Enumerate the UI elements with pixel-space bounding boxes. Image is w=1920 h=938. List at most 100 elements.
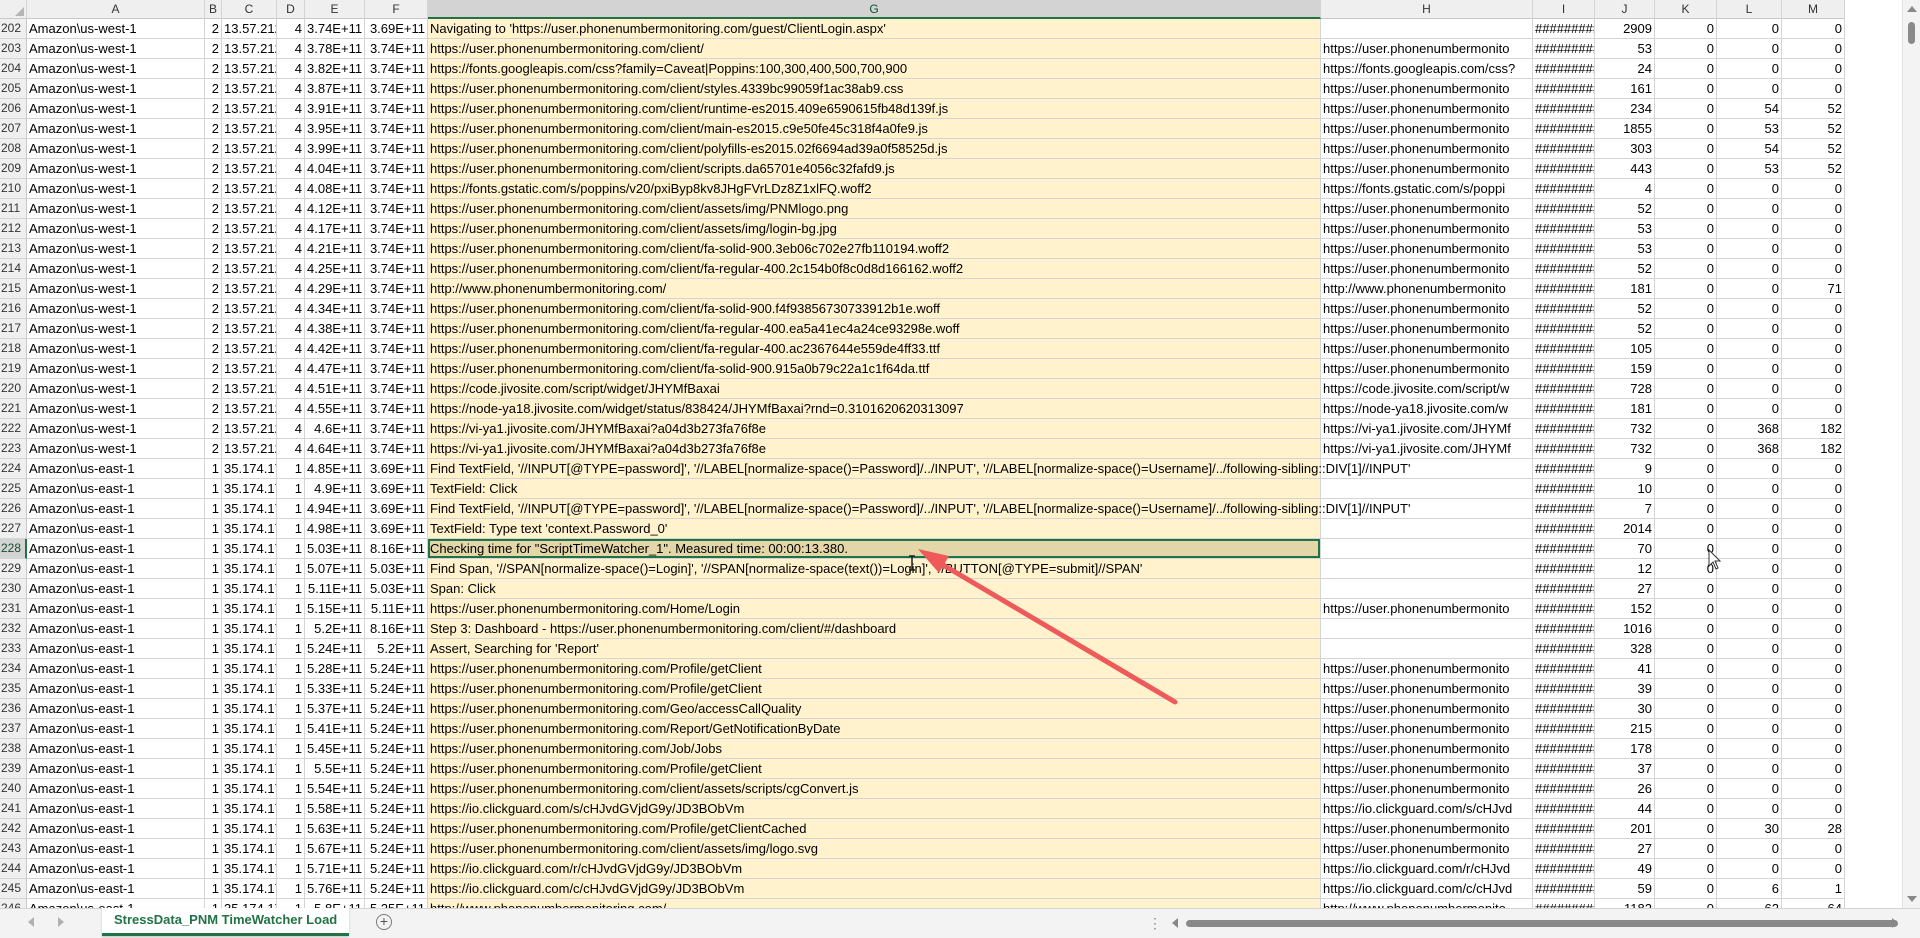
cell-m[interactable]: 64 <box>1782 899 1845 908</box>
cell-g[interactable]: Find Span, '//SPAN[normalize-space()=Log… <box>428 559 1321 579</box>
cell-b[interactable]: 2 <box>205 59 222 79</box>
vertical-scroll-thumb[interactable] <box>1908 22 1915 44</box>
cell-i[interactable]: ######### <box>1533 519 1595 539</box>
cell-h[interactable]: https://user.phonenumbermonito <box>1321 99 1533 119</box>
spreadsheet-grid[interactable]: 202Amazon\us-west-1213.57.212.43.74E+113… <box>0 19 1902 908</box>
cell-f[interactable]: 3.74E+11 <box>365 59 428 79</box>
cell-e[interactable]: 5.07E+11 <box>305 559 365 579</box>
cell-i[interactable]: ######### <box>1533 659 1595 679</box>
cell-l[interactable]: 0 <box>1717 179 1782 199</box>
cell-e[interactable]: 3.82E+11 <box>305 59 365 79</box>
row-header[interactable]: 244 <box>0 859 27 879</box>
cell-m[interactable]: 0 <box>1782 239 1845 259</box>
cell-i[interactable]: ######### <box>1533 139 1595 159</box>
cell-k[interactable]: 0 <box>1655 159 1717 179</box>
cell-h[interactable]: https://user.phonenumbermonito <box>1321 679 1533 699</box>
cell-k[interactable]: 0 <box>1655 819 1717 839</box>
cell-c[interactable]: 13.57.212. <box>222 319 277 339</box>
cell-e[interactable]: 4.85E+11 <box>305 459 365 479</box>
row-header[interactable]: 207 <box>0 119 27 139</box>
cell-m[interactable]: 0 <box>1782 479 1845 499</box>
cell-e[interactable]: 4.94E+11 <box>305 499 365 519</box>
cell-k[interactable]: 0 <box>1655 639 1717 659</box>
cell-h[interactable]: http://www.phonenumbermonito <box>1321 279 1533 299</box>
cell-b[interactable]: 2 <box>205 239 222 259</box>
cell-b[interactable]: 2 <box>205 159 222 179</box>
cell-f[interactable]: 5.24E+11 <box>365 779 428 799</box>
cell-b[interactable]: 2 <box>205 279 222 299</box>
cell-d[interactable]: 1 <box>277 599 305 619</box>
cell-m[interactable]: 0 <box>1782 379 1845 399</box>
cell-g[interactable]: https://user.phonenumbermonitoring.com/P… <box>428 659 1321 679</box>
cell-i[interactable]: ######### <box>1533 839 1595 859</box>
cell-m[interactable]: 0 <box>1782 799 1845 819</box>
cell-l[interactable]: 0 <box>1717 259 1782 279</box>
cell-e[interactable]: 5.37E+11 <box>305 699 365 719</box>
cell-m[interactable]: 0 <box>1782 39 1845 59</box>
cell-f[interactable]: 5.24E+11 <box>365 719 428 739</box>
cell-j[interactable]: 70 <box>1595 539 1655 559</box>
cell-b[interactable]: 1 <box>205 579 222 599</box>
cell-j[interactable]: 24 <box>1595 59 1655 79</box>
cell-b[interactable]: 1 <box>205 699 222 719</box>
cell-k[interactable]: 0 <box>1655 299 1717 319</box>
row-header[interactable]: 237 <box>0 719 27 739</box>
cell-e[interactable]: 4.98E+11 <box>305 519 365 539</box>
cell-i[interactable]: ######### <box>1533 819 1595 839</box>
cell-k[interactable]: 0 <box>1655 539 1717 559</box>
cell-l[interactable]: 0 <box>1717 59 1782 79</box>
cell-h[interactable]: https://fonts.gstatic.com/s/poppi <box>1321 179 1533 199</box>
column-header-f[interactable]: F <box>365 0 428 19</box>
row-header[interactable]: 220 <box>0 379 27 399</box>
cell-f[interactable]: 3.74E+11 <box>365 199 428 219</box>
cell-h[interactable]: https://user.phonenumbermonito <box>1321 139 1533 159</box>
cell-h[interactable]: https://user.phonenumbermonito <box>1321 359 1533 379</box>
cell-d[interactable]: 1 <box>277 579 305 599</box>
row-header[interactable]: 214 <box>0 259 27 279</box>
cell-c[interactable]: 13.57.212. <box>222 59 277 79</box>
cell-e[interactable]: 4.64E+11 <box>305 439 365 459</box>
cell-g[interactable]: https://user.phonenumbermonitoring.com/c… <box>428 99 1321 119</box>
cell-k[interactable]: 0 <box>1655 679 1717 699</box>
row-header[interactable]: 245 <box>0 879 27 899</box>
cell-j[interactable]: 443 <box>1595 159 1655 179</box>
cell-h[interactable]: https://user.phonenumbermonito <box>1321 699 1533 719</box>
cell-l[interactable]: 0 <box>1717 779 1782 799</box>
cell-m[interactable]: 0 <box>1782 659 1845 679</box>
cell-c[interactable]: 13.57.212. <box>222 119 277 139</box>
cell-k[interactable]: 0 <box>1655 499 1717 519</box>
cell-k[interactable]: 0 <box>1655 179 1717 199</box>
cell-b[interactable]: 2 <box>205 139 222 159</box>
cell-d[interactable]: 4 <box>277 119 305 139</box>
cell-k[interactable]: 0 <box>1655 579 1717 599</box>
cell-c[interactable]: 35.174.171 <box>222 559 277 579</box>
cell-a[interactable]: Amazon\us-west-1 <box>27 159 205 179</box>
row-header[interactable]: 239 <box>0 759 27 779</box>
cell-b[interactable]: 2 <box>205 179 222 199</box>
row-header[interactable]: 203 <box>0 39 27 59</box>
cell-f[interactable]: 3.74E+11 <box>365 259 428 279</box>
cell-c[interactable]: 13.57.212. <box>222 99 277 119</box>
cell-b[interactable]: 1 <box>205 819 222 839</box>
cell-e[interactable]: 4.12E+11 <box>305 199 365 219</box>
cell-h[interactable]: https://vi-ya1.jivosite.com/JHYMf <box>1321 439 1533 459</box>
cell-l[interactable]: 0 <box>1717 359 1782 379</box>
cell-i[interactable]: ######### <box>1533 899 1595 908</box>
cell-m[interactable]: 0 <box>1782 759 1845 779</box>
cell-h[interactable]: https://vi-ya1.jivosite.com/JHYMf <box>1321 419 1533 439</box>
cell-l[interactable]: 0 <box>1717 39 1782 59</box>
cell-c[interactable]: 13.57.212. <box>222 139 277 159</box>
cell-k[interactable]: 0 <box>1655 259 1717 279</box>
cell-e[interactable]: 4.08E+11 <box>305 179 365 199</box>
cell-a[interactable]: Amazon\us-east-1 <box>27 879 205 899</box>
cell-d[interactable]: 1 <box>277 819 305 839</box>
cell-j[interactable]: 52 <box>1595 319 1655 339</box>
cell-f[interactable]: 5.24E+11 <box>365 799 428 819</box>
cell-f[interactable]: 5.24E+11 <box>365 699 428 719</box>
cell-g[interactable]: https://user.phonenumbermonitoring.com/c… <box>428 39 1321 59</box>
cell-l[interactable]: 54 <box>1717 99 1782 119</box>
cell-j[interactable]: 1016 <box>1595 619 1655 639</box>
cell-l[interactable]: 0 <box>1717 399 1782 419</box>
cell-m[interactable]: 0 <box>1782 79 1845 99</box>
cell-l[interactable]: 368 <box>1717 419 1782 439</box>
